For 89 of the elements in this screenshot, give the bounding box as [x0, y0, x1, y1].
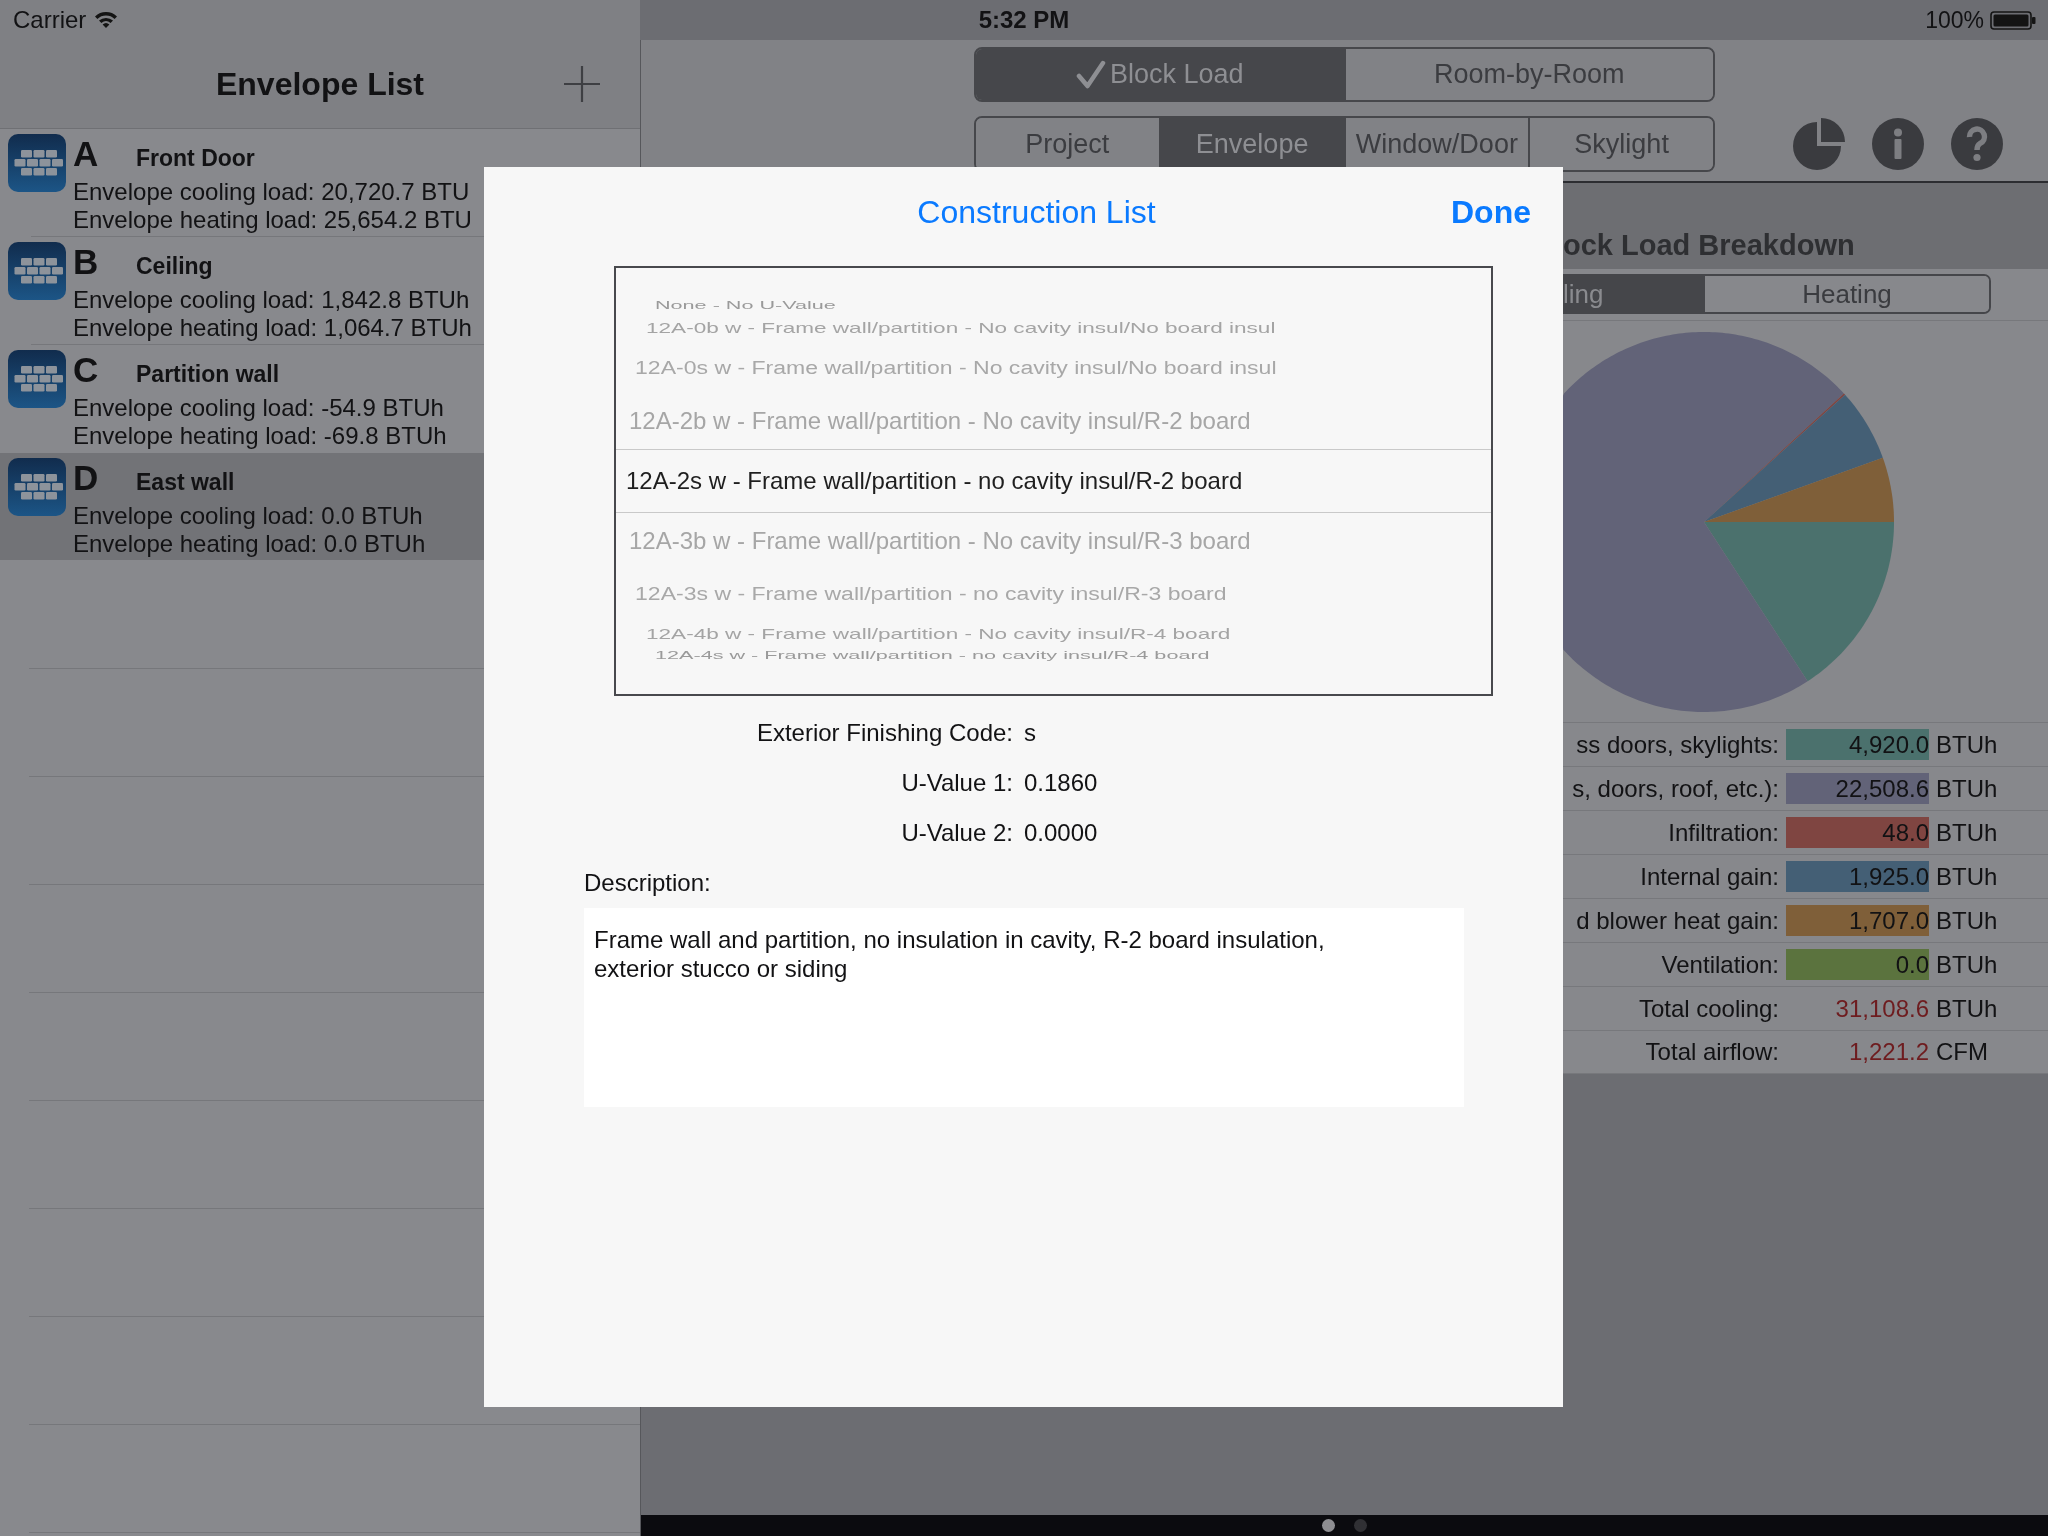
- breakdown-label: Internal gain:: [1640, 861, 1779, 892]
- cooling-load: Envelope cooling load: -54.9 BTUh: [73, 394, 445, 422]
- section-tab[interactable]: Envelope: [1158, 118, 1344, 170]
- row-letter: A: [73, 136, 100, 171]
- row-name: Front Door: [136, 144, 255, 173]
- field-value: 0.0000: [1024, 818, 1098, 848]
- envelope-row[interactable]: D East wall Envelope cooling load: 0.0 BTUh Envelope heating load: 0.0 BTUh: [0, 453, 484, 560]
- picker-option[interactable]: None - No U-Value: [655, 300, 836, 312]
- description-label: Description:: [584, 868, 711, 898]
- heating-load: Envelope heating load: -69.8 BTUh: [73, 422, 447, 450]
- breakdown-label: s, doors, roof, etc.):: [1572, 773, 1779, 804]
- unit-label: CFM: [1936, 1037, 1988, 1067]
- total-value: 1,221.2: [1848, 1037, 1929, 1067]
- picker-option[interactable]: 12A-3b w - Frame wall/partition - No cavity insul/R-3 board: [629, 527, 1251, 555]
- cooling-load: Envelope cooling load: 20,720.7 BTU: [73, 178, 471, 206]
- unit-label: BTUh: [1936, 861, 1998, 892]
- row-name: East wall: [136, 468, 235, 497]
- info-icon: [1872, 118, 1924, 170]
- mode-tab[interactable]: Block Load: [976, 49, 1344, 100]
- battery-icon: [1990, 10, 2036, 30]
- unit-label: BTUh: [1936, 817, 1998, 848]
- section-title: ock Load Breakdown: [1563, 229, 1855, 261]
- breakdown-label: Infiltration:: [1668, 817, 1779, 848]
- description-field[interactable]: Frame wall and partition, no insulation in cavity, R-2 board insulation, exterior stucco or siding: [584, 908, 1464, 1107]
- load-value: 0.0: [1786, 949, 1929, 980]
- unit-label: BTUh: [1936, 949, 1998, 980]
- total-label: Total airflow:: [1645, 1037, 1779, 1067]
- unit-label: BTUh: [1936, 729, 1998, 760]
- battery-percent: 100%: [1925, 6, 1984, 34]
- row-name: Partition wall: [136, 360, 280, 389]
- pie-chart-icon: [1793, 118, 1845, 170]
- row-name: Ceiling: [136, 252, 213, 281]
- wifi-icon: [94, 12, 119, 28]
- field-value: s: [1024, 718, 1036, 748]
- breakdown-tab[interactable]: Heating: [1703, 276, 1989, 312]
- row-letter: D: [73, 460, 100, 495]
- help-button[interactable]: [1951, 118, 2003, 170]
- load-value: 22,508.6: [1786, 773, 1929, 804]
- picker-option[interactable]: 12A-4s w - Frame wall/partition - no cavity insul/R-4 board: [655, 650, 1210, 662]
- brick-wall-icon: [8, 350, 66, 408]
- row-letter: B: [73, 244, 100, 279]
- field-label: U-Value 1:: [901, 768, 1013, 798]
- breakdown-label: ss doors, skylights:: [1576, 729, 1779, 760]
- status-time: 5:32 PM: [978, 6, 1070, 34]
- picker-option[interactable]: 12A-2b w - Frame wall/partition - No cavity insul/R-2 board: [629, 407, 1251, 435]
- carrier-label: Carrier: [13, 6, 87, 34]
- help-icon: [1951, 118, 2003, 170]
- page-dot-icon[interactable]: [1354, 1519, 1367, 1532]
- check-icon: [1075, 59, 1106, 90]
- breakdown-tab[interactable]: ling: [1563, 276, 1703, 312]
- load-value: 1,707.0: [1786, 905, 1929, 936]
- plus-icon: [564, 66, 600, 102]
- brick-wall-icon: [8, 134, 66, 192]
- picker-option[interactable]: 12A-3s w - Frame wall/partition - no cavity insul/R-3 board: [635, 582, 1227, 606]
- construction-picker[interactable]: [614, 266, 1493, 696]
- cooling-load: Envelope cooling load: 1,842.8 BTUh: [73, 286, 471, 314]
- breakdown-label: Ventilation:: [1661, 949, 1779, 980]
- heating-load: Envelope heating load: 0.0 BTUh: [73, 530, 426, 558]
- add-button[interactable]: [564, 66, 600, 102]
- chart-button[interactable]: [1793, 118, 1845, 170]
- page-dot-icon[interactable]: [1322, 1519, 1335, 1532]
- brick-wall-icon: [8, 458, 66, 516]
- section-tab[interactable]: Skylight: [1528, 118, 1713, 170]
- total-label: Total cooling:: [1638, 993, 1779, 1024]
- field-value: 0.1860: [1024, 768, 1098, 798]
- breakdown-label: d blower heat gain:: [1576, 905, 1779, 936]
- picker-option[interactable]: 12A-0b w - Frame wall/partition - No cavity insul/No board insul: [646, 319, 1276, 337]
- heating-load: Envelope heating load: 25,654.2 BTU: [73, 206, 472, 234]
- field-label: U-Value 2:: [901, 818, 1013, 848]
- dialog-title: Construction List: [917, 193, 1156, 231]
- picker-option[interactable]: 12A-0s w - Frame wall/partition - No cavity insul/No board insul: [635, 356, 1277, 380]
- unit-label: BTUh: [1936, 773, 1998, 804]
- mode-tab[interactable]: Room-by-Room: [1343, 49, 1713, 100]
- unit-label: BTUh: [1936, 905, 1998, 936]
- heating-load: Envelope heating load: 1,064.7 BTUh: [73, 314, 472, 342]
- load-value: 48.0: [1786, 817, 1929, 848]
- done-button[interactable]: Done: [1451, 193, 1531, 231]
- picker-option[interactable]: 12A-2s w - Frame wall/partition - no cavity insul/R-2 board: [626, 467, 1243, 495]
- picker-option[interactable]: 12A-4b w - Frame wall/partition - No cavity insul/R-4 board: [646, 625, 1231, 643]
- load-value: 1,925.0: [1786, 861, 1929, 892]
- field-label: Exterior Finishing Code:: [756, 718, 1013, 748]
- unit-label: BTUh: [1936, 993, 1998, 1024]
- cooling-load: Envelope cooling load: 0.0 BTUh: [73, 502, 424, 530]
- list-title: Envelope List: [215, 65, 424, 103]
- info-button[interactable]: [1872, 118, 1924, 170]
- row-letter: C: [73, 352, 100, 387]
- total-value: 31,108.6: [1835, 993, 1929, 1024]
- load-value: 4,920.0: [1786, 729, 1929, 760]
- brick-wall-icon: [8, 242, 66, 300]
